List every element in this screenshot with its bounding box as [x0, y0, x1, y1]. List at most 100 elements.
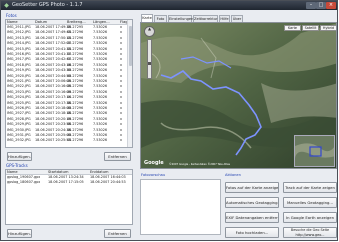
- photo-row[interactable]: IMG_2914.JPG 18.06.2007 17:52:07 46.27296 7…: [6, 41, 132, 46]
- photo-row[interactable]: IMG_2913.JPG 18.06.2007 17:50:13 46.27296 7…: [6, 36, 132, 41]
- track-cell: 18.06.2007 20:44:53: [90, 180, 126, 185]
- photo-row[interactable]: IMG_2912.JPG 18.06.2007 17:49:43 46.27296 7…: [6, 30, 132, 35]
- photo-cell: 18.06.2007 17:49:43: [35, 30, 71, 35]
- action-button-5[interactable]: In Google Earth anzeigen: [283, 212, 337, 223]
- photo-row[interactable]: IMG_2917.JPG 18.06.2007 20:42:47 46.27296 7…: [6, 57, 132, 62]
- zoom-slider[interactable]: [147, 39, 152, 79]
- photo-cell: 18.06.2007 20:24:38: [35, 127, 71, 132]
- photo-cell: IMG_2925.JPG: [7, 100, 31, 105]
- tab-1[interactable]: Foto: [154, 15, 167, 22]
- track-cell: 18.06.2007 13:24:34: [48, 175, 84, 179]
- photo-cell: 7.53026: [93, 100, 108, 105]
- remove-track-button[interactable]: Entfernen: [104, 229, 131, 238]
- photo-row[interactable]: IMG_2922.JPG 18.06.2007 20:16:05 46.27296 7…: [6, 84, 132, 89]
- map-type-map-button[interactable]: Karte: [284, 25, 301, 31]
- photo-cell: 7.53026: [93, 138, 108, 143]
- photo-cell: 7.53026: [93, 84, 108, 89]
- photo-row[interactable]: IMG_2919.JPG 18.06.2007 20:43:30 46.27296 7…: [6, 68, 132, 73]
- window-title: GeoSetter GPS Photo - 1.1.7: [12, 2, 83, 8]
- tab-4[interactable]: Hilfe: [219, 15, 230, 22]
- photo-cell: 46.27296: [67, 35, 84, 40]
- photo-cell: IMG_2923.JPG: [7, 89, 31, 94]
- photo-cell: 18.06.2007 20:43:16: [35, 62, 71, 67]
- photo-row[interactable]: IMG_2921.JPG 18.06.2007 20:06:05 46.27296 7…: [6, 79, 132, 84]
- photo-cell: x: [120, 100, 123, 105]
- photo-row[interactable]: IMG_2924.JPG 18.06.2007 20:17:14 46.27296 7…: [6, 95, 132, 100]
- photo-cell: 18.06.2007 17:49:35: [35, 25, 71, 29]
- action-button-1[interactable]: Track auf der Karte zeigen: [283, 182, 337, 193]
- photo-row[interactable]: IMG_2915.JPG 18.06.2007 20:41:33 46.27296 7…: [6, 47, 132, 52]
- action-button-0[interactable]: Fotos auf der Karte anzeigen: [225, 182, 279, 193]
- photo-row[interactable]: IMG_2930.JPG 18.06.2007 20:24:38 46.27296 7…: [6, 128, 132, 133]
- scroll-thumb[interactable]: [129, 26, 132, 66]
- pan-control[interactable]: ▲: [144, 26, 155, 37]
- photo-cell: 46.27296: [67, 62, 84, 67]
- photo-row[interactable]: IMG_2911.JPG 18.06.2007 17:49:35 46.27295 7…: [6, 25, 132, 30]
- remove-photo-button[interactable]: Entfernen: [104, 152, 131, 161]
- close-button[interactable]: ×: [326, 2, 336, 9]
- tab-2[interactable]: Einstellungen: [168, 15, 193, 22]
- map-view[interactable]: Karte Satellit Hybrid ▲ Google ©2007 Goo…: [140, 22, 337, 169]
- photo-cell: IMG_2929.JPG: [7, 122, 31, 127]
- app-icon: ◆: [4, 2, 9, 9]
- overview-map[interactable]: [294, 135, 335, 167]
- photo-cell: x: [120, 79, 123, 83]
- tab-3[interactable]: Zeitkorrektur: [193, 15, 218, 22]
- photo-cell: 7.53026: [93, 133, 108, 137]
- maximize-button[interactable]: □: [316, 2, 326, 9]
- zoom-handle[interactable]: [148, 62, 151, 65]
- photo-cell: 46.27296: [67, 122, 84, 127]
- photo-row[interactable]: IMG_2925.JPG 18.06.2007 20:17:38 46.27296 7…: [6, 101, 132, 106]
- minimize-button[interactable]: –: [306, 2, 316, 9]
- photo-list[interactable]: Name Datum Breiteng... Längen... Flag IMG_29…: [5, 19, 133, 148]
- photo-cell: 46.27296: [67, 138, 84, 143]
- action-button-4[interactable]: EXIF Datenangaben entfernen...: [225, 212, 279, 223]
- photo-cell: 18.06.2007 20:42:47: [35, 57, 71, 62]
- photo-cell: 18.06.2007 20:25:00: [35, 133, 71, 137]
- photo-cell: 46.27296: [67, 127, 84, 132]
- track-row[interactable]: gpslog_190607.gpx 18.06.2007 13:24:34 18.0…: [6, 175, 132, 180]
- action-button-7[interactable]: Besuche die Geo Seite http://www.geo...: [283, 227, 337, 238]
- photo-row[interactable]: IMG_2932.JPG 18.06.2007 20:25:53 46.27296 7…: [6, 138, 132, 143]
- track-cell: gpslog_190607.gpx: [7, 175, 41, 179]
- photo-row[interactable]: IMG_2920.JPG 18.06.2007 20:44:50 46.27296 7…: [6, 74, 132, 79]
- photo-cell: IMG_2917.JPG: [7, 57, 31, 62]
- photo-cell: 18.06.2007 20:41:37: [35, 52, 71, 56]
- add-track-button[interactable]: Hinzufügen...: [7, 229, 32, 238]
- photo-row[interactable]: IMG_2916.JPG 18.06.2007 20:41:37 46.27296 7…: [6, 52, 132, 57]
- photo-cell: 18.06.2007 20:17:14: [35, 95, 71, 100]
- photo-cell: x: [120, 122, 123, 127]
- action-button-2[interactable]: Automatisches Geotagging...: [225, 197, 279, 208]
- action-button-3[interactable]: Manuelles Geotagging...: [283, 197, 337, 208]
- photo-cell: IMG_2920.JPG: [7, 73, 31, 78]
- track-row[interactable]: gpslog_180607.gpx 18.06.2007 17:15:05 18.0…: [6, 180, 132, 185]
- photo-cell: 7.53026: [93, 62, 108, 67]
- photo-cell: 18.06.2007 20:20:19: [35, 116, 71, 121]
- photo-list-scrollbar[interactable]: [127, 20, 132, 147]
- map-type-hybrid-button[interactable]: Hybrid: [320, 25, 336, 31]
- photo-cell: 18.06.2007 20:44:50: [35, 73, 71, 78]
- tab-5[interactable]: Über: [231, 15, 243, 22]
- action-button-6[interactable]: Foto hochladen...: [225, 227, 279, 238]
- photo-cell: x: [120, 111, 123, 116]
- map-type-satellite-button[interactable]: Satellit: [302, 25, 319, 31]
- photo-cell: IMG_2916.JPG: [7, 52, 31, 56]
- tab-0[interactable]: Karte: [141, 14, 153, 22]
- add-photo-button[interactable]: Hinzufügen...: [7, 152, 32, 161]
- photo-row[interactable]: IMG_2931.JPG 18.06.2007 20:25:00 46.27296 7…: [6, 133, 132, 138]
- photo-cell: x: [120, 133, 123, 137]
- track-list[interactable]: Name Startdatum Enddatum gpslog_190607.gpx…: [5, 169, 133, 225]
- photo-row[interactable]: IMG_2928.JPG 18.06.2007 20:20:19 46.27296 7…: [6, 117, 132, 122]
- photo-cell: 7.53026: [93, 52, 108, 56]
- photo-cell: x: [120, 84, 123, 89]
- photo-cell: 7.53026: [93, 46, 108, 51]
- photo-cell: 18.06.2007 20:17:38: [35, 100, 71, 105]
- photo-row[interactable]: IMG_2923.JPG 18.06.2007 20:16:09 46.27296 7…: [6, 90, 132, 95]
- pan-up-icon[interactable]: ▲: [148, 26, 151, 31]
- photo-row[interactable]: IMG_2927.JPG 18.06.2007 20:18:18 46.27296 7…: [6, 111, 132, 116]
- photo-cell: 46.27296: [67, 95, 84, 100]
- photo-row[interactable]: IMG_2929.JPG 18.06.2007 20:23:58 46.27296 7…: [6, 122, 132, 127]
- photo-row[interactable]: IMG_2918.JPG 18.06.2007 20:43:16 46.27296 7…: [6, 63, 132, 68]
- photo-cell: IMG_2914.JPG: [7, 41, 31, 46]
- photo-row[interactable]: IMG_2926.JPG 18.06.2007 20:18:00 46.27296 7…: [6, 106, 132, 111]
